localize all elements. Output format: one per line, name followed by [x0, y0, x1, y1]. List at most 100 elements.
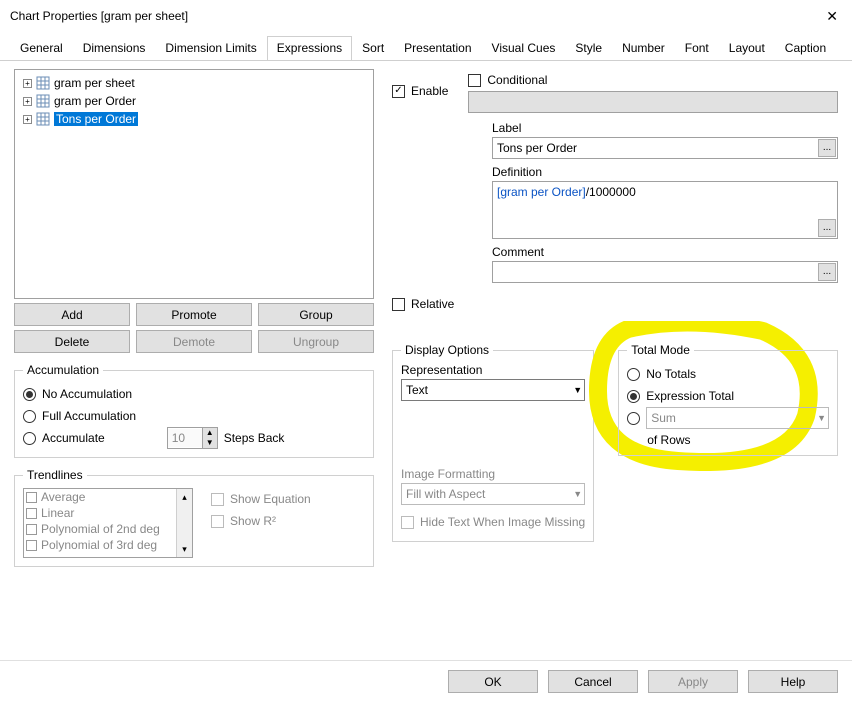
enable-checkbox[interactable]: Enable — [392, 80, 448, 102]
comment-lbl: Comment — [492, 245, 838, 259]
cancel-button[interactable]: Cancel — [548, 670, 638, 693]
steps-back-spinner[interactable]: ▲▼ — [167, 427, 218, 449]
checkbox-icon — [211, 493, 224, 506]
radio-full-accumulation[interactable]: Full Accumulation — [23, 405, 365, 427]
checkbox-icon — [26, 524, 37, 535]
tab-font[interactable]: Font — [675, 36, 719, 60]
tree-item[interactable]: + Tons per Order — [17, 110, 371, 128]
promote-button[interactable]: Promote — [136, 303, 252, 326]
show-equation-checkbox[interactable]: Show Equation — [211, 488, 311, 510]
tab-sort[interactable]: Sort — [352, 36, 394, 60]
close-icon[interactable]: ✕ — [820, 5, 844, 27]
tab-visual-cues[interactable]: Visual Cues — [482, 36, 566, 60]
trendlines-group: Trendlines Average Linear Polynomial of … — [14, 468, 374, 567]
chevron-down-icon: ▼ — [817, 413, 826, 423]
spinner-down-icon[interactable]: ▼ — [202, 438, 217, 448]
titlebar: Chart Properties [gram per sheet] ✕ — [0, 0, 852, 32]
definition-ref: [gram per Order] — [497, 185, 586, 199]
image-formatting-lbl: Image Formatting — [401, 467, 585, 481]
window-title: Chart Properties [gram per sheet] — [10, 9, 188, 23]
checkbox-label: Show R² — [230, 514, 276, 528]
tab-caption[interactable]: Caption — [775, 36, 836, 60]
scrollbar[interactable]: ▴▾ — [176, 489, 192, 557]
radio-icon — [23, 432, 36, 445]
checkbox-label: Relative — [411, 297, 454, 311]
ok-button[interactable]: OK — [448, 670, 538, 693]
trendlines-legend: Trendlines — [23, 468, 87, 482]
radio-label: No Accumulation — [42, 387, 132, 401]
radio-icon — [627, 412, 640, 425]
show-r2-checkbox[interactable]: Show R² — [211, 510, 311, 532]
tab-dimension-limits[interactable]: Dimension Limits — [155, 36, 266, 60]
trendline-item[interactable]: Polynomial of 2nd deg — [24, 521, 192, 537]
representation-lbl: Representation — [401, 363, 585, 377]
trendline-item[interactable]: Average — [24, 489, 192, 505]
radio-no-accumulation[interactable]: No Accumulation — [23, 383, 365, 405]
radio-icon — [23, 410, 36, 423]
expand-button[interactable]: ... — [818, 219, 836, 237]
tab-expressions[interactable]: Expressions — [267, 36, 352, 60]
scroll-down-icon[interactable]: ▾ — [177, 541, 192, 557]
spinner-up-icon[interactable]: ▲ — [202, 428, 217, 438]
comment-input[interactable]: ... — [492, 261, 838, 283]
checkbox-icon — [26, 540, 37, 551]
trendline-label: Polynomial of 3rd deg — [41, 538, 157, 552]
apply-button: Apply — [648, 670, 738, 693]
tab-general[interactable]: General — [10, 36, 73, 60]
scroll-up-icon[interactable]: ▴ — [177, 489, 192, 505]
tab-presentation[interactable]: Presentation — [394, 36, 481, 60]
definition-lbl: Definition — [492, 165, 838, 179]
tree-item[interactable]: + gram per sheet — [17, 74, 371, 92]
tab-strip: General Dimensions Dimension Limits Expr… — [0, 32, 852, 61]
chevron-down-icon: ▼ — [573, 385, 582, 395]
trendlines-list[interactable]: Average Linear Polynomial of 2nd deg Pol… — [23, 488, 193, 558]
radio-expression-total[interactable]: Expression Total — [627, 385, 829, 407]
tab-dimensions[interactable]: Dimensions — [73, 36, 156, 60]
expression-tree[interactable]: + gram per sheet + gram per Order + Tons… — [14, 69, 374, 299]
radio-sum-of-rows[interactable]: Sum ▼ — [627, 407, 829, 429]
radio-icon — [23, 388, 36, 401]
conditional-checkbox[interactable]: Conditional — [468, 69, 838, 91]
definition-suffix: /1000000 — [586, 185, 636, 199]
radio-label: Accumulate — [42, 431, 105, 445]
total-mode-legend: Total Mode — [627, 343, 694, 357]
chevron-down-icon: ▼ — [573, 489, 582, 499]
radio-no-totals[interactable]: No Totals — [627, 363, 829, 385]
aggregate-value: Sum — [651, 411, 676, 425]
tree-item[interactable]: + gram per Order — [17, 92, 371, 110]
radio-icon — [627, 368, 640, 381]
representation-select[interactable]: Text ▼ — [401, 379, 585, 401]
tab-layout[interactable]: Layout — [719, 36, 775, 60]
delete-button[interactable]: Delete — [14, 330, 130, 353]
group-button[interactable]: Group — [258, 303, 374, 326]
checkbox-icon — [468, 74, 481, 87]
relative-checkbox[interactable]: Relative — [392, 293, 838, 315]
accumulation-legend: Accumulation — [23, 363, 103, 377]
trendline-item[interactable]: Linear — [24, 505, 192, 521]
trendline-label: Average — [41, 490, 85, 504]
expand-icon[interactable]: + — [23, 115, 32, 124]
expand-icon[interactable]: + — [23, 97, 32, 106]
trendline-label: Polynomial of 2nd deg — [41, 522, 160, 536]
expand-icon[interactable]: + — [23, 79, 32, 88]
hide-text-checkbox: Hide Text When Image Missing — [401, 511, 585, 533]
tree-item-label: Tons per Order — [54, 112, 138, 126]
expand-button[interactable]: ... — [818, 263, 836, 281]
display-options-legend: Display Options — [401, 343, 493, 357]
demote-button: Demote — [136, 330, 252, 353]
checkbox-icon — [26, 492, 37, 503]
tab-style[interactable]: Style — [565, 36, 612, 60]
ungroup-button: Ungroup — [258, 330, 374, 353]
help-button[interactable]: Help — [748, 670, 838, 693]
expand-button[interactable]: ... — [818, 139, 836, 157]
trendline-label: Linear — [41, 506, 74, 520]
dialog-footer: OK Cancel Apply Help — [0, 660, 852, 702]
add-button[interactable]: Add — [14, 303, 130, 326]
label-value: Tons per Order — [497, 141, 577, 155]
label-input[interactable]: Tons per Order ... — [492, 137, 838, 159]
definition-input[interactable]: [gram per Order]/1000000 ... — [492, 181, 838, 239]
trendline-item[interactable]: Polynomial of 3rd deg — [24, 537, 192, 553]
conditional-input — [468, 91, 838, 113]
radio-accumulate[interactable]: Accumulate ▲▼ Steps Back — [23, 427, 365, 449]
tab-number[interactable]: Number — [612, 36, 675, 60]
